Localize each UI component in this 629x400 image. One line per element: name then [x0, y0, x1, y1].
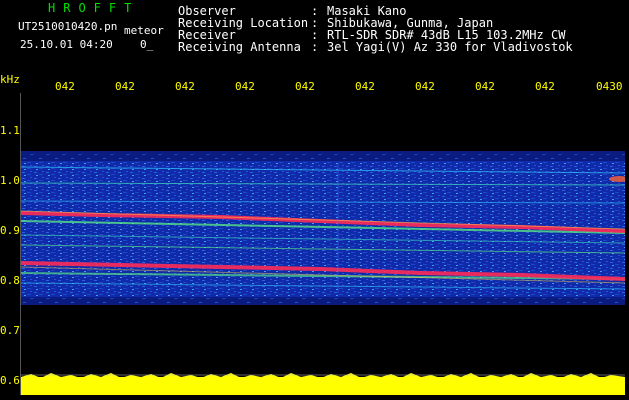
- noise-floor-edge: [21, 373, 625, 395]
- x-tick: 0430: [596, 80, 623, 93]
- y-tick: 1.1: [0, 124, 20, 137]
- noise-band-fade-bottom: [21, 297, 625, 305]
- x-tick: 042: [535, 80, 555, 93]
- x-tick: 042: [175, 80, 195, 93]
- info-value-antenna: 3el Yagi(V) Az 330 for Vladivostok: [327, 40, 573, 54]
- x-tick: 042: [295, 80, 315, 93]
- date-time: 25.10.01 04:20: [20, 38, 113, 51]
- meteor-count: 0_: [140, 38, 154, 51]
- y-tick: 0.8: [0, 274, 20, 287]
- x-tick: 042: [235, 80, 255, 93]
- y-tick: 0.9: [0, 224, 20, 237]
- spectrogram-plot: [20, 93, 625, 395]
- x-tick: 042: [415, 80, 435, 93]
- x-tick: 042: [355, 80, 375, 93]
- y-tick: 0.7: [0, 324, 20, 337]
- spectrogram-svg: [21, 151, 625, 395]
- info-label-antenna: Receiving Antenna: [178, 40, 301, 54]
- info-sep: :: [311, 40, 319, 54]
- x-tick: 042: [115, 80, 135, 93]
- y-axis-unit: kHz: [0, 73, 20, 86]
- y-tick: 0.6: [0, 374, 20, 387]
- file-name: UT2510010420.pn: [18, 20, 118, 33]
- x-tick: 042: [475, 80, 495, 93]
- y-tick: 1.0: [0, 174, 20, 187]
- app-title: HROFFT: [48, 1, 140, 15]
- x-tick: 042: [55, 80, 75, 93]
- meteor-label: meteor: [124, 24, 164, 37]
- noise-band-fade-top: [21, 151, 625, 161]
